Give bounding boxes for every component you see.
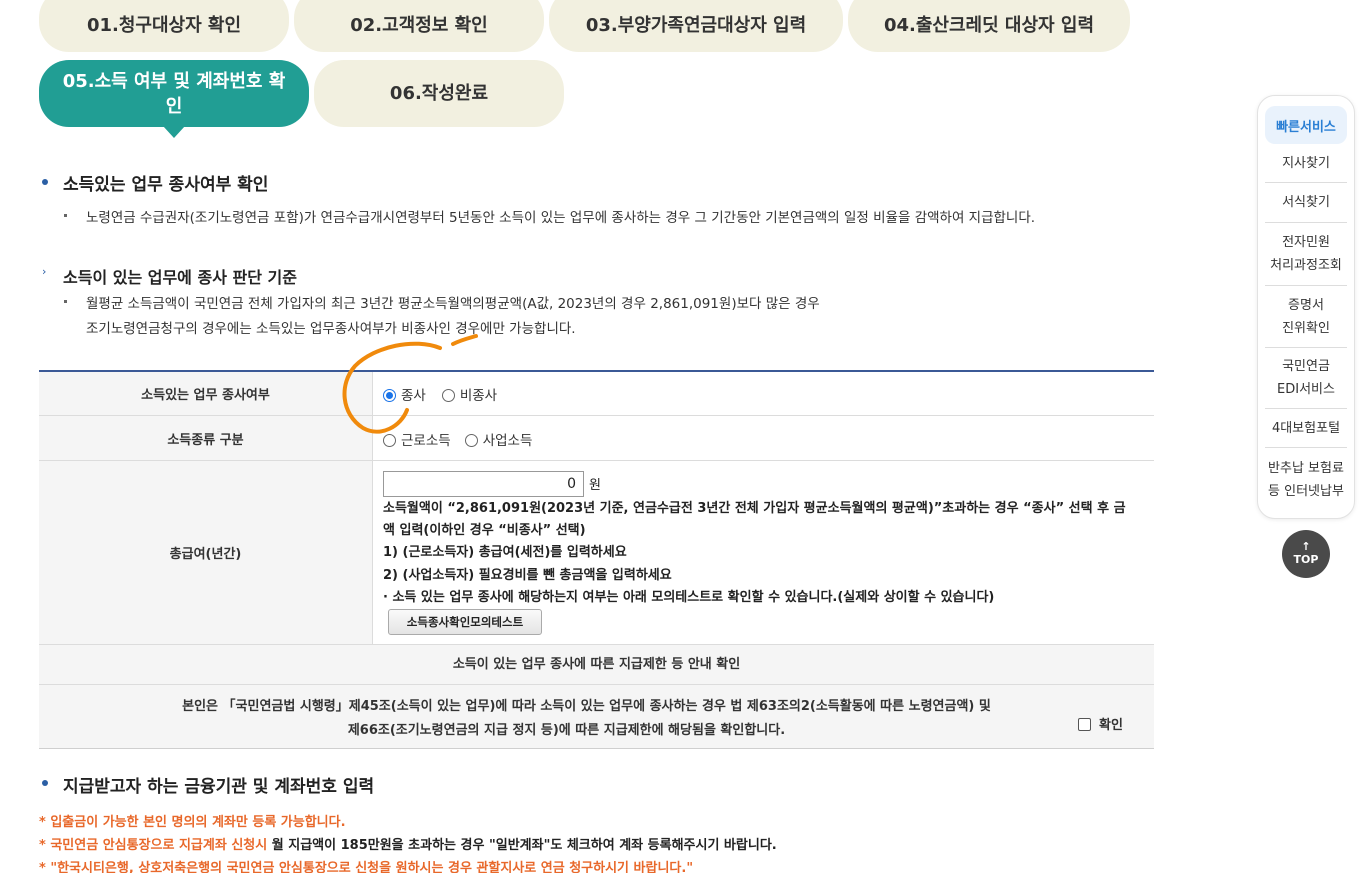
arrow-up-icon: ↑: [1301, 540, 1311, 553]
salary-amount-input[interactable]: 0: [383, 471, 584, 497]
notice-note-3: * "한국시티은행, 상호저축은행의 국민연금 안심통장으로 신청을 원하시는 …: [39, 861, 694, 873]
radio-label: 사업소득: [482, 433, 533, 449]
income-type-options: 근로소득 사업소득: [374, 416, 1154, 460]
quick-item-label-2: 등 인터넷납부: [1268, 484, 1344, 499]
salary-desc-3: 1) (근로소득자) 총급여(세전)를 입력하세요: [383, 545, 627, 560]
criteria-line-2: 조기노령연금청구의 경우에는 소득있는 업무종사여부가 비종사인 경우에만 가능…: [86, 321, 576, 337]
quick-item-label: 전자민원: [1282, 235, 1330, 250]
confirm-label: 확인: [1099, 718, 1123, 733]
notice-note-1: * 입출금이 가능한 본인 명의의 계좌만 등록 가능합니다.: [39, 815, 346, 830]
notice-title: 소득이 있는 업무 종사에 따른 지급제한 등 안내 확인: [39, 645, 1154, 685]
quick-item-edi-service[interactable]: 국민연금 EDI서비스: [1265, 348, 1347, 409]
quick-service-title: 빠른서비스: [1265, 106, 1347, 144]
square-bullet-icon: [64, 214, 67, 217]
quick-item-label-2: 처리과정조회: [1270, 258, 1342, 273]
section-description: 노령연금 수급권자(조기노령연금 포함)가 연금수급개시연령부터 5년동안 소득…: [86, 210, 1036, 226]
salary-desc-1: 소득월액이 “2,861,091원(2023년 기준, 연금수급전 3년간 전체…: [383, 501, 1126, 516]
step-tab-4[interactable]: 04.출산크레딧 대상자 입력: [848, 0, 1130, 52]
quick-item-label-2: EDI서비스: [1277, 382, 1335, 397]
employment-label: 소득있는 업무 종사여부: [39, 372, 373, 415]
income-form-table: 소득있는 업무 종사여부 종사 비종사 소득종류 구분 근로소득 사업소득 총급…: [39, 370, 1154, 749]
notice-note-2: * 국민연금 안심통장으로 지급계좌 신청시 월 지급액이 185만원을 초과하…: [39, 834, 777, 853]
note-2-red: * 국민연금 안심통장으로 지급계좌 신청시: [39, 838, 268, 853]
checkbox-icon[interactable]: [1078, 718, 1091, 731]
quick-item-label: 서식찾기: [1282, 195, 1330, 210]
step-tab-6[interactable]: 06.작성완료: [314, 60, 564, 127]
section-title-bank-account: 지급받고자 하는 금융기관 및 계좌번호 입력: [63, 777, 375, 797]
quick-item-internet-payment[interactable]: 반추납 보험료등 인터넷납부: [1265, 448, 1347, 512]
quick-item-civil-status[interactable]: 전자민원처리과정조회: [1265, 223, 1347, 286]
section-bullet-icon: [42, 179, 48, 185]
mock-test-button[interactable]: 소득종사확인모의테스트: [388, 609, 542, 635]
square-bullet-icon: [64, 300, 67, 303]
quick-item-label: 4대보험포털: [1271, 420, 1341, 436]
criteria-line-1: 월평균 소득금액이 국민연금 전체 가입자의 최근 3년간 평균소득월액의평균액…: [86, 296, 820, 312]
row-salary: 총급여(년간) 0 원 소득월액이 “2,861,091원(2023년 기준, …: [39, 461, 1154, 645]
salary-desc-4: 2) (사업소득자) 필요경비를 뺀 총금액을 입력하세요: [383, 568, 672, 583]
salary-desc-2: 액 입력(이하인 경우 “비종사” 선택): [383, 523, 586, 538]
section-title-income-work: 소득있는 업무 종사여부 확인: [63, 175, 269, 195]
section-title-criteria: 소득이 있는 업무에 종사 판단 기준: [63, 268, 297, 287]
confirm-checkbox[interactable]: 확인: [1078, 714, 1123, 733]
salary-label: 총급여(년간): [39, 461, 373, 644]
notice-line-2: 제66조(조기노령연금의 지급 정지 등)에 따른 지급제한에 해당됨을 확인합…: [347, 723, 786, 738]
arrow-bullet-icon: ›: [42, 265, 47, 278]
quick-item-label: 반추납 보험료: [1268, 461, 1344, 476]
step-tab-label: 05.소득 여부 및 계좌번호 확인: [62, 70, 286, 117]
quick-service-panel: 빠른서비스 지사찾기 서식찾기 전자민원처리과정조회 증명서진위확인 국민연금 E…: [1257, 95, 1355, 519]
step-tab-3[interactable]: 03.부양가족연금대상자 입력: [549, 0, 843, 52]
quick-item-branch-finder[interactable]: 지사찾기: [1265, 145, 1347, 183]
step-tab-label: 04.출산크레딧 대상자 입력: [883, 14, 1095, 36]
step-tab-label: 01.청구대상자 확인: [86, 14, 242, 36]
step-tab-5[interactable]: 05.소득 여부 및 계좌번호 확인: [39, 60, 309, 138]
step-tab-label: 06.작성완료: [389, 83, 489, 104]
quick-item-insurance-portal[interactable]: 4대보험포털: [1265, 409, 1347, 448]
section-bullet-icon: [42, 780, 48, 786]
scroll-top-button[interactable]: ↑ TOP: [1282, 530, 1330, 578]
income-type-label: 소득종류 구분: [39, 416, 373, 460]
quick-item-certificate-verify[interactable]: 증명서진위확인: [1265, 286, 1347, 348]
row-income-type: 소득종류 구분 근로소득 사업소득: [39, 416, 1154, 461]
notice-line-1: 본인은 「국민연금법 시행령」제45조(소득이 있는 업무)에 따라 소득이 있…: [182, 699, 991, 714]
currency-unit: 원: [589, 478, 601, 493]
quick-item-label: 지사찾기: [1282, 156, 1330, 171]
step-tab-label: 02.고객정보 확인: [350, 14, 488, 36]
step-tab-label: 03.부양가족연금대상자 입력: [585, 14, 807, 36]
row-employment: 소득있는 업무 종사여부 종사 비종사: [39, 372, 1154, 416]
salary-desc-5: · 소득 있는 업무 종사에 해당하는지 여부는 아래 모의테스트로 확인할 수…: [383, 590, 995, 605]
notice-body: 본인은 「국민연금법 시행령」제45조(소득이 있는 업무)에 따라 소득이 있…: [39, 685, 1154, 749]
quick-item-label-2: 진위확인: [1282, 320, 1330, 336]
top-label: TOP: [1293, 553, 1319, 566]
step-tab-2[interactable]: 02.고객정보 확인: [294, 0, 544, 52]
quick-item-label: 국민연금: [1282, 359, 1330, 374]
step-tab-1[interactable]: 01.청구대상자 확인: [39, 0, 289, 52]
quick-item-label: 증명서: [1288, 297, 1324, 313]
quick-item-form-finder[interactable]: 서식찾기: [1265, 183, 1347, 223]
note-2-black: 월 지급액이 185만원을 초과하는 경우 "일반계좌"도 체크하여 계좌 등록…: [267, 838, 777, 853]
annotation-circle-icon: [342, 334, 478, 434]
employment-options: 종사 비종사: [374, 372, 1154, 415]
